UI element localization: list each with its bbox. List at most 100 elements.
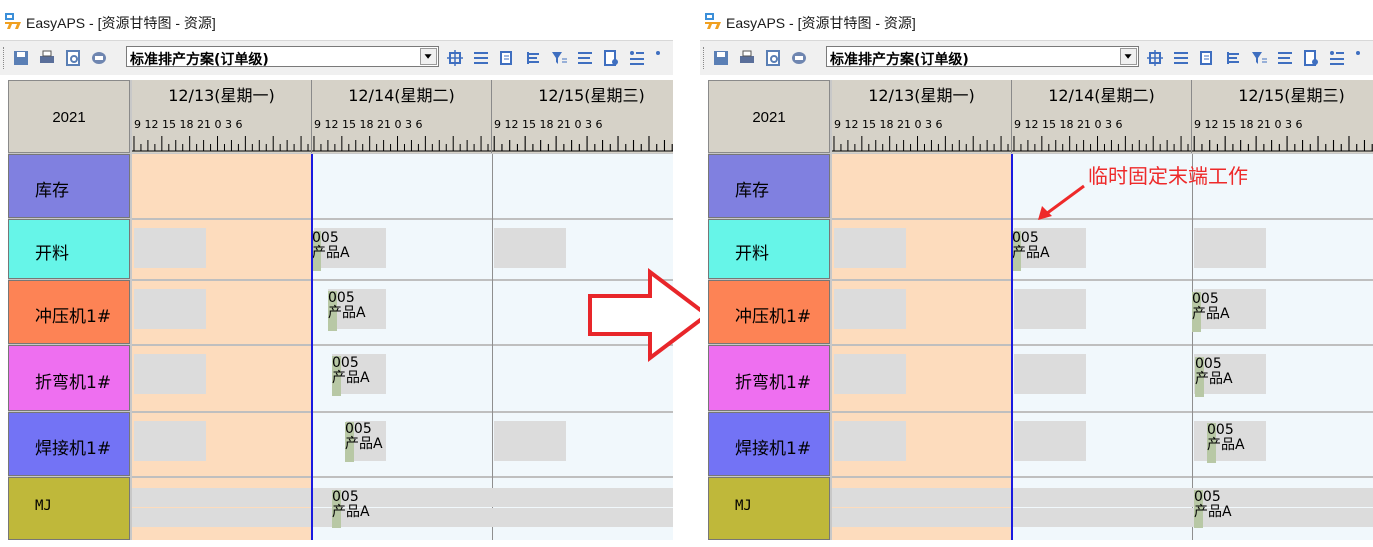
list-icon[interactable] <box>576 49 594 67</box>
resource-row-press[interactable]: 冲压机1# <box>8 280 130 344</box>
hour-ruler <box>832 136 1011 152</box>
task-bar[interactable] <box>834 354 906 394</box>
task-bar[interactable] <box>134 228 206 268</box>
toolbar-grip <box>3 47 7 69</box>
more-icon[interactable] <box>1354 49 1372 67</box>
report-icon[interactable] <box>1302 49 1320 67</box>
resource-row-cutting[interactable]: 开料 <box>708 219 830 279</box>
indent-icon[interactable] <box>1224 49 1242 67</box>
task-bar[interactable] <box>832 508 1373 527</box>
annotation-arrow-icon <box>1038 184 1085 220</box>
move-icon[interactable] <box>1146 49 1164 67</box>
resource-gantt: 2021 12/13(星期一) 9 12 15 18 21 0 3 6 12/1… <box>708 80 1373 540</box>
resource-label: 冲压机1# <box>35 307 112 327</box>
resource-row-mj[interactable]: MJ <box>708 477 830 540</box>
printer-setup-icon[interactable] <box>790 49 808 67</box>
after-panel: EasyAPS - [资源甘特图 - 资源] 标准排产方案(订单级) 2021 … <box>700 0 1373 547</box>
day-label: 12/13(星期一) <box>168 86 275 105</box>
task-bar[interactable] <box>132 488 673 507</box>
filter-icon[interactable] <box>1250 49 1268 67</box>
resource-label: 开料 <box>735 244 769 264</box>
dropdown-arrow-icon[interactable] <box>1120 48 1137 65</box>
resource-label: MJ <box>35 498 52 514</box>
move-icon[interactable] <box>446 49 464 67</box>
task-bar[interactable] <box>134 289 206 329</box>
task-bar[interactable] <box>134 354 206 394</box>
job-block[interactable]: 005 产品A <box>1195 357 1233 397</box>
job-product: 产品A <box>345 436 383 452</box>
preview-icon[interactable] <box>764 49 782 67</box>
task-bar[interactable] <box>834 228 906 268</box>
task-bar[interactable] <box>494 421 566 461</box>
save-icon[interactable] <box>12 49 30 67</box>
resource-row-mj[interactable]: MJ <box>8 477 130 540</box>
preview-icon[interactable] <box>64 49 82 67</box>
save-icon[interactable] <box>712 49 730 67</box>
job-block[interactable]: 005 产品A <box>332 356 370 396</box>
job-block[interactable]: 005 产品A <box>1194 490 1232 528</box>
red-arrow-icon <box>588 268 711 363</box>
window-title: EasyAPS - [资源甘特图 - 资源] <box>726 15 916 31</box>
report-icon[interactable] <box>602 49 620 67</box>
title-bar: EasyAPS - [资源甘特图 - 资源] <box>700 0 1373 40</box>
list-icon[interactable] <box>1276 49 1294 67</box>
print-icon[interactable] <box>738 49 756 67</box>
scheme-select[interactable]: 标准排产方案(订单级) <box>126 46 439 68</box>
resource-row-cutting[interactable]: 开料 <box>8 219 130 279</box>
day-label: 12/13(星期一) <box>868 86 975 105</box>
filter-icon[interactable] <box>550 49 568 67</box>
job-block[interactable]: 005 产品A <box>312 231 350 271</box>
day-divider <box>1192 154 1193 540</box>
copy-icon[interactable] <box>1198 49 1216 67</box>
task-bar[interactable] <box>134 421 206 461</box>
day-divider <box>492 154 493 540</box>
row-divider <box>832 344 1373 346</box>
task-bar[interactable] <box>1014 354 1086 394</box>
hour-labels: 9 12 15 18 21 0 3 6 <box>834 118 943 131</box>
task-bar[interactable] <box>834 421 906 461</box>
job-block[interactable]: 005 产品A <box>1207 423 1245 463</box>
printer-setup-icon[interactable] <box>90 49 108 67</box>
resource-row-bending[interactable]: 折弯机1# <box>8 345 130 411</box>
job-block[interactable]: 005 产品A <box>332 490 370 528</box>
row-divider <box>132 476 673 478</box>
year-header: 2021 <box>8 80 130 153</box>
resource-label: 开料 <box>35 244 69 264</box>
hour-labels: 9 12 15 18 21 0 3 6 <box>1194 118 1303 131</box>
print-icon[interactable] <box>38 49 56 67</box>
dropdown-arrow-icon[interactable] <box>420 48 437 65</box>
task-bar[interactable] <box>1014 421 1086 461</box>
settings-list-icon[interactable] <box>628 49 646 67</box>
scheme-select-value: 标准排产方案(订单级) <box>830 52 969 68</box>
task-bar[interactable] <box>494 228 566 268</box>
task-bar[interactable] <box>1194 228 1266 268</box>
resource-row-welding[interactable]: 焊接机1# <box>708 412 830 476</box>
resource-row-inventory[interactable]: 库存 <box>708 154 830 218</box>
settings-list-icon[interactable] <box>1328 49 1346 67</box>
align-icon[interactable] <box>472 49 490 67</box>
job-block[interactable]: 005 产品A <box>1012 231 1050 271</box>
task-bar[interactable] <box>832 488 1373 507</box>
task-bar[interactable] <box>132 508 673 527</box>
job-block[interactable]: 005 产品A <box>1192 292 1230 332</box>
resource-label: 库存 <box>35 181 69 201</box>
job-block[interactable]: 005 产品A <box>345 422 383 462</box>
scheme-select[interactable]: 标准排产方案(订单级) <box>826 46 1139 68</box>
resource-label: MJ <box>735 498 752 514</box>
copy-icon[interactable] <box>498 49 516 67</box>
resource-row-inventory[interactable]: 库存 <box>8 154 130 218</box>
more-icon[interactable] <box>654 49 672 67</box>
row-divider <box>832 218 1373 220</box>
task-bar[interactable] <box>1014 289 1086 329</box>
resource-row-welding[interactable]: 焊接机1# <box>8 412 130 476</box>
job-block[interactable]: 005 产品A <box>328 291 366 331</box>
task-bar[interactable] <box>834 289 906 329</box>
resource-row-press[interactable]: 冲压机1# <box>708 280 830 344</box>
hour-labels: 9 12 15 18 21 0 3 6 <box>134 118 243 131</box>
resource-label: 焊接机1# <box>735 439 812 459</box>
align-icon[interactable] <box>1172 49 1190 67</box>
resource-row-bending[interactable]: 折弯机1# <box>708 345 830 411</box>
frozen-period <box>832 154 1012 540</box>
hour-ruler <box>312 136 491 152</box>
indent-icon[interactable] <box>524 49 542 67</box>
